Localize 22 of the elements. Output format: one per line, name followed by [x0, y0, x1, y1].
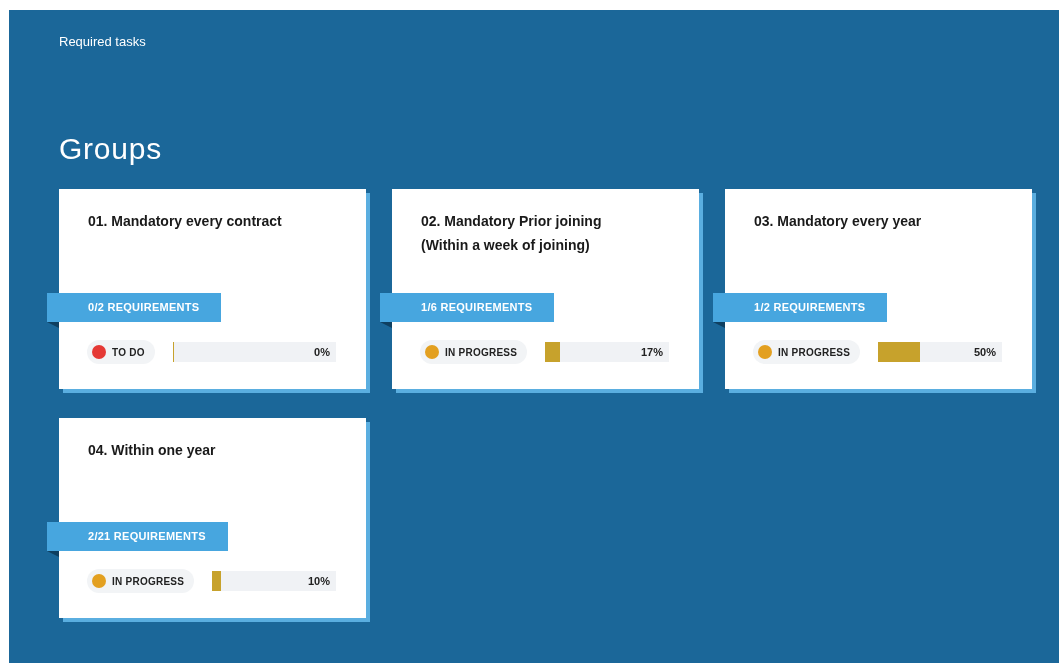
progress-percent: 0%	[314, 344, 330, 360]
status-label: IN PROGRESS	[112, 574, 185, 589]
requirements-banner: 2/21 REQUIREMENTS	[47, 522, 228, 551]
requirements-banner: 1/6 REQUIREMENTS	[380, 293, 555, 322]
banner-fold-icon	[713, 322, 725, 328]
group-title: 03. Mandatory every year	[754, 212, 923, 231]
status-label: IN PROGRESS	[778, 345, 851, 360]
progress-percent: 10%	[307, 573, 330, 589]
breadcrumb[interactable]: Required tasks	[59, 34, 146, 50]
group-title: 01. Mandatory every contract	[88, 212, 283, 231]
requirements-banner: 1/2 REQUIREMENTS	[713, 293, 888, 322]
banner-fold-icon	[47, 551, 59, 557]
group-title: 04. Within one year	[88, 441, 217, 460]
banner-fold-icon	[380, 322, 392, 328]
status-label: IN PROGRESS	[445, 345, 518, 360]
requirements-banner: 0/2 REQUIREMENTS	[47, 293, 222, 322]
progress-percent: 50%	[973, 344, 996, 360]
group-title: 02. Mandatory Prior joining (Within a week of joining)	[421, 212, 603, 255]
status-label: TO DO	[112, 345, 145, 360]
progress-percent: 17%	[640, 344, 663, 360]
banner-fold-icon	[47, 322, 59, 328]
page-heading: Groups	[59, 131, 162, 167]
